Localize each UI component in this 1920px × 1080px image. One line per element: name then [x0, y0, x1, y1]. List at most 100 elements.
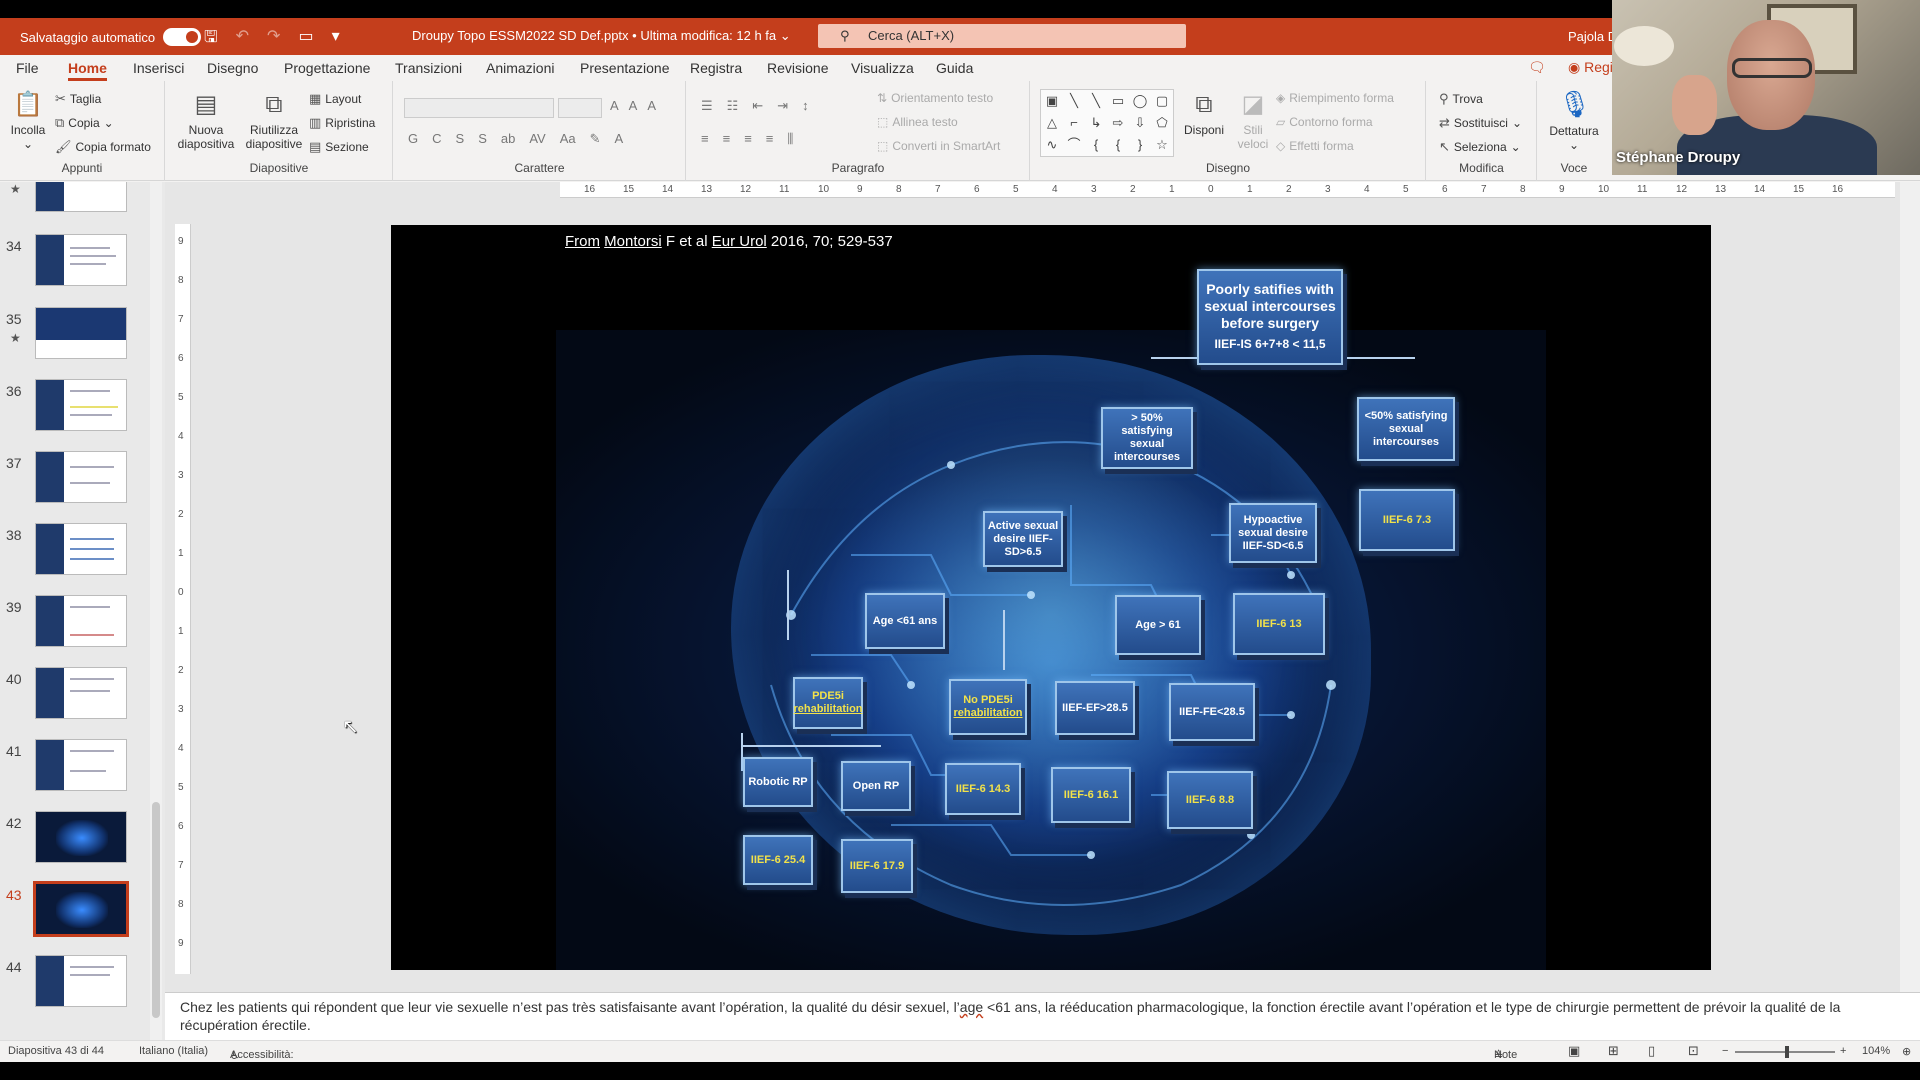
textbox-shape-icon[interactable]: ▣: [1041, 90, 1063, 112]
callout-shape-icon[interactable]: ⬠: [1151, 112, 1173, 134]
redo-icon[interactable]: ↷: [267, 26, 280, 53]
increase-indent-icon[interactable]: ⇥: [777, 98, 788, 114]
brace-shape-icon[interactable]: {: [1107, 134, 1129, 156]
shape-fill-button[interactable]: ◈ Riempimento forma: [1276, 91, 1394, 105]
justify-icon[interactable]: ≡: [766, 131, 774, 147]
select-button[interactable]: ↖ Seleziona ⌄: [1439, 139, 1521, 155]
freeform-shape-icon[interactable]: ∿: [1041, 134, 1063, 156]
section-button[interactable]: ▤ Sezione: [309, 139, 369, 155]
slideshow-view-icon[interactable]: ⊡: [1688, 1043, 1699, 1059]
bullets-icon[interactable]: ☰: [701, 98, 713, 114]
align-text-button[interactable]: ⬚ Allinea testo: [877, 115, 958, 129]
record-button[interactable]: ◉ Regi: [1568, 59, 1613, 76]
spacing-icon[interactable]: AV: [529, 131, 545, 147]
underline-icon[interactable]: S: [456, 131, 465, 147]
italic-icon[interactable]: C: [432, 131, 441, 147]
font-size-select[interactable]: [558, 98, 602, 118]
increase-font-icon[interactable]: A: [610, 98, 619, 113]
highlight-icon[interactable]: ✎: [590, 131, 601, 147]
shape-outline-button[interactable]: ▱ Contorno forma: [1276, 115, 1373, 129]
align-center-icon[interactable]: ≡: [723, 131, 731, 147]
zoom-out-icon[interactable]: −: [1722, 1045, 1728, 1057]
curve-shape-icon[interactable]: ⌒: [1063, 134, 1085, 156]
language-indicator[interactable]: Italiano (Italia): [139, 1045, 208, 1057]
slide-thumbnail[interactable]: [35, 811, 127, 863]
oval-shape-icon[interactable]: ◯: [1129, 90, 1151, 112]
tab-transitions[interactable]: Transizioni: [395, 60, 462, 76]
layout-button[interactable]: ▦ Layout: [309, 91, 361, 107]
line-shape-icon[interactable]: ╲: [1085, 90, 1107, 112]
present-icon[interactable]: ▭: [298, 26, 313, 53]
brace-shape-icon[interactable]: }: [1129, 134, 1151, 156]
clear-format-icon[interactable]: A: [647, 98, 656, 113]
tab-design[interactable]: Progettazione: [284, 60, 370, 76]
comments-icon[interactable]: 🗨: [1528, 59, 1546, 76]
slide-thumbnail[interactable]: [35, 595, 127, 647]
tab-view[interactable]: Visualizza: [851, 60, 914, 76]
tab-draw[interactable]: Disegno: [207, 60, 258, 76]
thumbnail-row[interactable]: 42: [0, 811, 150, 871]
bold-icon[interactable]: G: [408, 131, 418, 147]
thumbnail-scrollbar[interactable]: [150, 182, 162, 1040]
shapes-gallery[interactable]: ▣ ╲ ╲ ▭ ◯ ▢ △ ⌐ ↳ ⇨ ⇩ ⬠ ∿ ⌒{{} ☆: [1040, 89, 1174, 157]
undo-icon[interactable]: ↶: [236, 26, 249, 53]
font-color-icon[interactable]: A: [615, 131, 624, 147]
thumbnail-row[interactable]: 40: [0, 667, 150, 727]
reading-view-icon[interactable]: ▯: [1648, 1043, 1655, 1059]
arrange-button[interactable]: ⧉ Disponi: [1181, 91, 1227, 137]
align-right-icon[interactable]: ≡: [744, 131, 752, 147]
search-input[interactable]: ⚲ Cerca (ALT+X): [818, 24, 1186, 48]
strikethrough-icon[interactable]: ab: [501, 131, 515, 147]
zoom-slider-handle[interactable]: [1785, 1046, 1789, 1058]
normal-view-icon[interactable]: ▣: [1568, 1043, 1580, 1059]
font-family-select[interactable]: [404, 98, 554, 118]
autosave-toggle[interactable]: [163, 28, 202, 46]
thumbnail-row[interactable]: 44: [0, 955, 150, 1015]
dictate-button[interactable]: Dettatura ⌄: [1542, 124, 1606, 152]
slide-thumbnail[interactable]: [35, 234, 127, 286]
elbow-shape-icon[interactable]: ⌐: [1063, 112, 1085, 134]
thumbnail-row[interactable]: 37: [0, 451, 150, 511]
zoom-level[interactable]: 104%: [1862, 1045, 1890, 1057]
reuse-slides-button[interactable]: ⧉ Riutilizza diapositive: [242, 91, 306, 151]
elbow-shape-icon[interactable]: ↳: [1085, 112, 1107, 134]
smartart-button[interactable]: ⬚ Converti in SmartArt: [877, 139, 1000, 153]
brace-shape-icon[interactable]: {: [1085, 134, 1107, 156]
columns-icon[interactable]: ⫼: [787, 131, 793, 147]
slide-thumbnail[interactable]: [35, 955, 127, 1007]
thumbnail-row[interactable]: 35 ★: [0, 307, 150, 367]
paste-button[interactable]: 📋 Incolla ⌄: [8, 91, 48, 151]
numbering-icon[interactable]: ☷: [727, 98, 739, 114]
slide-thumbnail[interactable]: [35, 739, 127, 791]
slide-thumbnail[interactable]: [35, 182, 127, 212]
thumbnail-partial[interactable]: ★: [0, 182, 150, 220]
fit-to-window-icon[interactable]: ⊕: [1902, 1045, 1911, 1058]
slide-sorter-icon[interactable]: ⊞: [1608, 1043, 1619, 1059]
rectangle-shape-icon[interactable]: ▭: [1107, 90, 1129, 112]
thumbnail-row[interactable]: 38: [0, 523, 150, 583]
autosave-control[interactable]: Salvataggio automatico: [20, 28, 202, 46]
thumbnail-row-selected[interactable]: 43: [0, 881, 150, 943]
arrow-shape-icon[interactable]: ⇨: [1107, 112, 1129, 134]
tab-slideshow[interactable]: Presentazione: [580, 60, 670, 76]
star-shape-icon[interactable]: ☆: [1151, 134, 1173, 156]
tab-home[interactable]: Home: [68, 60, 107, 81]
scrollbar-thumb[interactable]: [152, 802, 160, 1018]
copy-button[interactable]: ⧉ Copia ⌄: [55, 115, 114, 131]
line-shape-icon[interactable]: ╲: [1063, 90, 1085, 112]
decrease-indent-icon[interactable]: ⇤: [752, 98, 763, 114]
slide-thumbnail[interactable]: [35, 307, 127, 359]
tab-review[interactable]: Revisione: [767, 60, 828, 76]
thumbnail-row[interactable]: 34: [0, 234, 150, 294]
thumbnail-row[interactable]: 39: [0, 595, 150, 655]
slide-thumbnail[interactable]: [35, 667, 127, 719]
tab-animations[interactable]: Animazioni: [486, 60, 554, 76]
cut-button[interactable]: ✂ Taglia: [55, 91, 101, 107]
tab-file[interactable]: File: [16, 60, 39, 76]
slide-thumbnail-pane[interactable]: ★ 34 35 ★ 36 37 38 39 40 41 42 43 44: [0, 182, 165, 1040]
rounded-rect-shape-icon[interactable]: ▢: [1151, 90, 1173, 112]
format-painter-button[interactable]: 🖌 Copia formato: [55, 139, 151, 155]
tab-record[interactable]: Registra: [690, 60, 742, 76]
quick-styles-button[interactable]: ◪ Stili veloci: [1231, 91, 1275, 151]
shape-effects-button[interactable]: ◇ Effetti forma: [1276, 139, 1354, 153]
